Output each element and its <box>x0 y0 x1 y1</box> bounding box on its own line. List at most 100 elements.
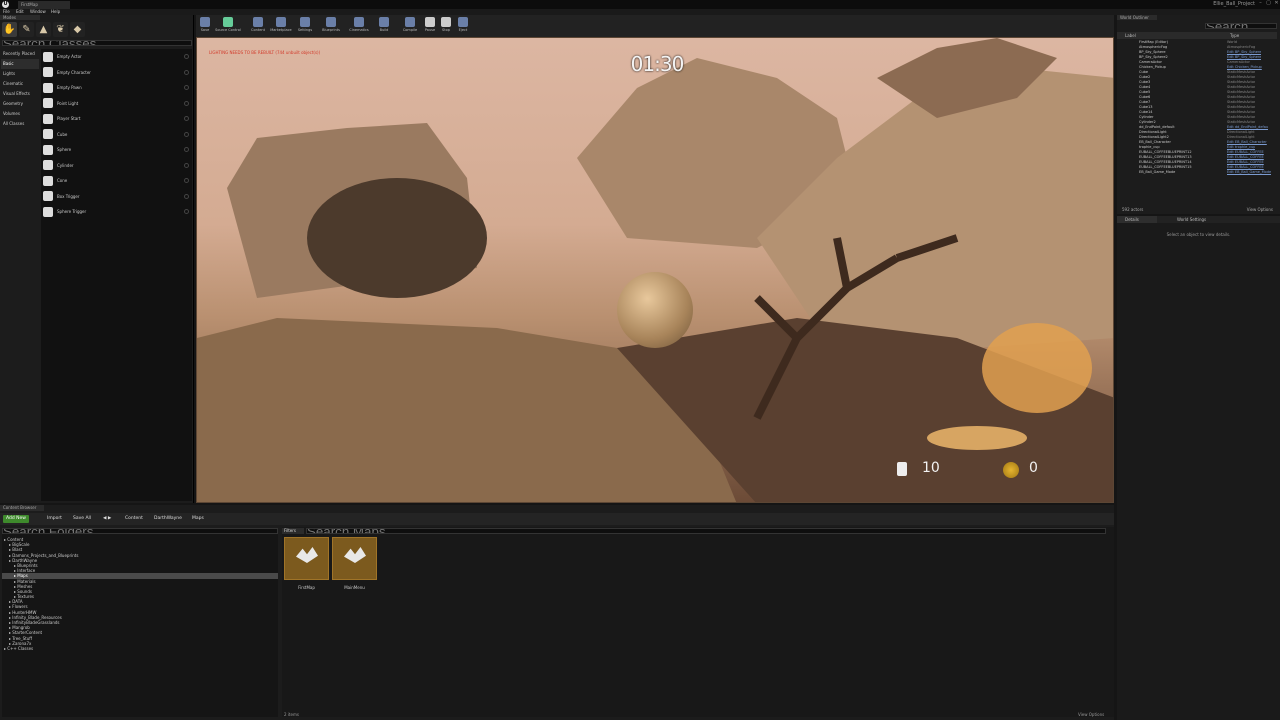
foliage-mode-icon[interactable]: ❦ <box>53 22 68 37</box>
maximize-button[interactable]: ▢ <box>1265 0 1272 7</box>
content-browser-tab[interactable]: Content Browser <box>0 505 44 511</box>
outliner-tab[interactable]: World Outliner <box>1117 15 1157 20</box>
title-bar: U FirstMap Ellie_Ball_Project – ▢ ✕ <box>0 0 1280 9</box>
build-button[interactable]: Build <box>377 16 391 36</box>
compile-button[interactable]: Compile <box>399 16 421 36</box>
coin-icon <box>1003 462 1019 478</box>
paint-mode-icon[interactable]: ✎ <box>19 22 34 37</box>
actor-count: 592 actors <box>1122 207 1144 212</box>
blueprints-button[interactable]: Blueprints <box>319 16 343 36</box>
details-tabs: Details World Settings <box>1117 216 1280 223</box>
modes-search-input[interactable] <box>2 40 192 46</box>
game-viewport[interactable]: LIGHTING NEEDS TO BE REBUILT (744 unbuil… <box>196 37 1114 503</box>
scene-art <box>197 38 1113 502</box>
breadcrumb-darthwayne[interactable]: DarthWayne <box>151 515 185 523</box>
level-tab[interactable]: FirstMap <box>18 1 70 9</box>
type-column-header[interactable]: Type <box>1230 33 1239 38</box>
place-item-cylinder[interactable]: Cylinder <box>41 158 192 174</box>
place-item-cube[interactable]: Cube <box>41 127 192 143</box>
category-visual-effects[interactable]: Visual Effects <box>1 89 39 99</box>
stop-button[interactable]: Stop <box>440 16 452 36</box>
place-item-sphere[interactable]: Sphere <box>41 142 192 158</box>
label-column-header[interactable]: Label <box>1125 33 1136 38</box>
content-view-options[interactable]: View Options <box>1078 712 1104 717</box>
category-geometry[interactable]: Geometry <box>1 99 39 109</box>
filter-bar: Filters <box>282 527 1114 535</box>
folder-item[interactable]: ▸ C++ Classes <box>2 646 278 651</box>
settings-button[interactable]: Settings <box>296 16 314 36</box>
place-item-empty-character[interactable]: Empty Character <box>41 65 192 81</box>
compile-icon <box>405 17 415 27</box>
save-icon <box>200 17 210 27</box>
save-button[interactable]: Save <box>198 16 212 36</box>
add-new-button[interactable]: Add New <box>3 515 29 523</box>
pause-button[interactable]: Pause <box>423 16 437 36</box>
asset-tile-mainmenu[interactable] <box>332 537 377 580</box>
unreal-logo-icon[interactable]: U <box>2 1 9 8</box>
place-item-point-light[interactable]: Point Light <box>41 96 192 112</box>
tab-world-settings[interactable]: World Settings <box>1169 216 1225 223</box>
history-back-icon[interactable]: ◀ ▶ <box>100 515 114 523</box>
details-panel: Details World Settings Select an object … <box>1117 216 1280 720</box>
info-icon[interactable] <box>184 209 189 215</box>
info-icon[interactable] <box>184 178 189 184</box>
geometry-mode-icon[interactable]: ◆ <box>70 22 85 37</box>
sphere-thumb-icon <box>43 144 53 155</box>
place-mode-icon[interactable]: ✋ <box>2 22 17 37</box>
category-lights[interactable]: Lights <box>1 69 39 79</box>
content-browser-toolbar: Add New Import Save All ◀ ▶ Content Dart… <box>0 513 1114 525</box>
category-all-classes[interactable]: All Classes <box>1 119 39 129</box>
content-button[interactable]: Content <box>248 16 268 36</box>
mode-selector: ✋ ✎ ▲ ❦ ◆ <box>2 22 92 38</box>
place-item-sphere-trigger[interactable]: Sphere Trigger <box>41 204 192 220</box>
category-volumes[interactable]: Volumes <box>1 109 39 119</box>
breadcrumb-content[interactable]: Content <box>122 515 146 523</box>
category-basic[interactable]: Basic <box>1 59 39 69</box>
close-button[interactable]: ✕ <box>1273 0 1280 7</box>
category-cinematic[interactable]: Cinematic <box>1 79 39 89</box>
modes-tab[interactable]: Modes <box>0 15 40 20</box>
marketplace-button[interactable]: Marketplace <box>268 16 294 36</box>
folder-search-input[interactable] <box>2 528 278 534</box>
place-item-empty-actor[interactable]: Empty Actor <box>41 49 192 65</box>
info-icon[interactable] <box>184 162 189 168</box>
import-button[interactable]: Import <box>44 515 65 523</box>
player-start-thumb-icon <box>43 113 53 124</box>
outliner-view-options[interactable]: View Options <box>1247 206 1273 213</box>
info-icon[interactable] <box>184 85 189 91</box>
info-icon[interactable] <box>184 54 189 60</box>
place-item-empty-pawn[interactable]: Empty Pawn <box>41 80 192 96</box>
landscape-mode-icon[interactable]: ▲ <box>36 22 51 37</box>
tab-details[interactable]: Details <box>1117 216 1157 223</box>
light-thumb-icon <box>43 98 53 109</box>
content-browser: Content Browser Add New Import Save All … <box>0 505 1114 720</box>
info-icon[interactable] <box>184 131 189 137</box>
category-recently-placed[interactable]: Recently Placed <box>1 49 39 59</box>
info-icon[interactable] <box>184 69 189 75</box>
content-icon <box>253 17 263 27</box>
info-icon[interactable] <box>184 100 189 106</box>
eject-button[interactable]: Eject <box>456 16 470 36</box>
game-timer: 01:30 <box>630 52 685 76</box>
cinematics-button[interactable]: Cinematics <box>346 16 372 36</box>
outliner-search-input[interactable] <box>1205 23 1277 29</box>
breadcrumb-maps[interactable]: Maps <box>189 515 207 523</box>
info-icon[interactable] <box>184 147 189 153</box>
outliner-header: Label Type <box>1117 32 1277 39</box>
source-control-button[interactable]: Source Control <box>214 16 242 36</box>
info-icon[interactable] <box>184 193 189 199</box>
gear-icon <box>300 17 310 27</box>
save-all-button[interactable]: Save All <box>70 515 94 523</box>
asset-tile-firstmap[interactable] <box>284 537 329 580</box>
asset-search-input[interactable] <box>306 528 1106 534</box>
outliner-row[interactable]: EB_Ball_Game_Mode Edit EB_Ball_Game_Mode <box>1117 170 1277 175</box>
info-icon[interactable] <box>184 116 189 122</box>
left-tree <box>307 178 487 298</box>
place-item-player-start[interactable]: Player Start <box>41 111 192 127</box>
minimize-button[interactable]: – <box>1257 0 1264 7</box>
filters-button[interactable]: Filters <box>282 528 304 534</box>
place-item-cone[interactable]: Cone <box>41 173 192 189</box>
sphere-trigger-thumb-icon <box>43 206 53 217</box>
edit-blueprint-link[interactable]: Edit EB_Ball_Game_Mode <box>1227 170 1271 175</box>
place-item-box-trigger[interactable]: Box Trigger <box>41 189 192 205</box>
